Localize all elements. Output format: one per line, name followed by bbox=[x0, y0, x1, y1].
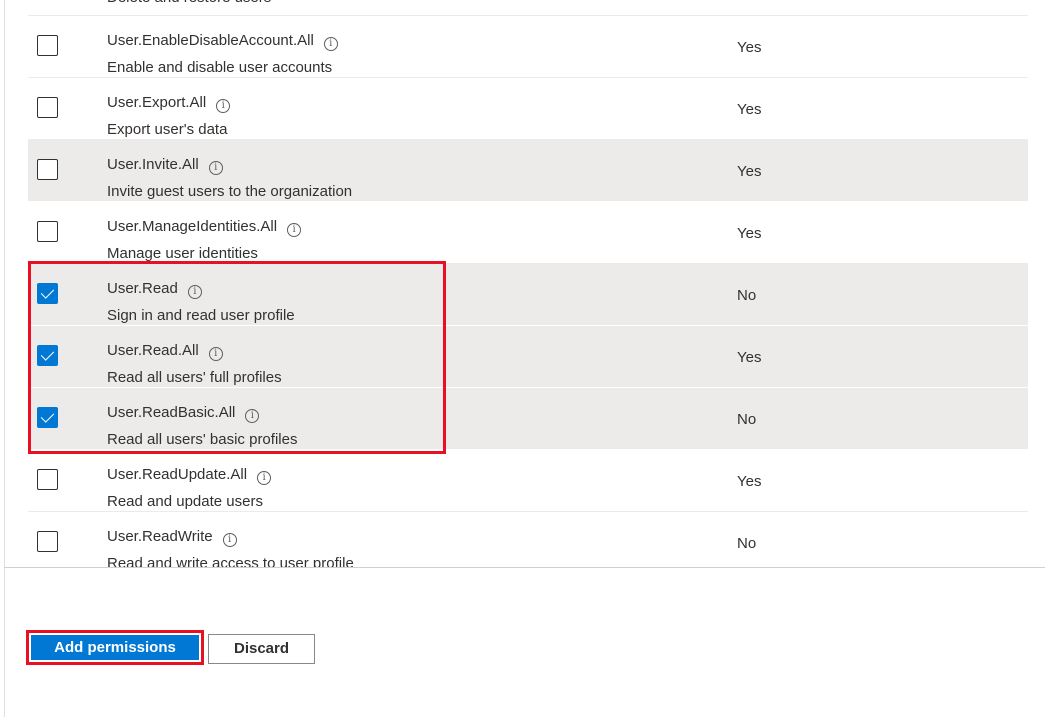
permission-row: User.Export.All i Export user's data Yes bbox=[28, 78, 1028, 140]
left-edge bbox=[0, 0, 5, 717]
permission-checkbox[interactable] bbox=[37, 97, 58, 118]
permission-description: Read and write access to user profile bbox=[107, 555, 354, 567]
admin-consent-value: Yes bbox=[737, 163, 762, 180]
info-icon[interactable]: i bbox=[245, 409, 260, 423]
info-icon[interactable]: i bbox=[257, 471, 272, 485]
admin-consent-value: No bbox=[737, 287, 757, 304]
permission-row: User.ReadBasic.All i Read all users' basi… bbox=[28, 388, 1028, 450]
footer-divider bbox=[4, 567, 1045, 568]
admin-consent-value: Yes bbox=[737, 225, 762, 242]
permission-name: User.Invite.All i bbox=[107, 155, 223, 175]
info-icon[interactable]: i bbox=[222, 533, 237, 547]
admin-consent-value: No bbox=[737, 411, 757, 428]
permission-checkbox[interactable] bbox=[37, 407, 58, 428]
top-partial-description: Delete and restore users bbox=[107, 0, 271, 8]
permission-row: User.ManageIdentities.All i Manage user i… bbox=[28, 202, 1028, 264]
permission-description: Read and update users bbox=[107, 493, 263, 510]
admin-consent-value: Yes bbox=[737, 101, 762, 118]
admin-consent-value: Yes bbox=[737, 39, 762, 56]
permission-row: User.EnableDisableAccount.All i Enable an… bbox=[28, 16, 1028, 78]
admin-consent-value: No bbox=[737, 535, 757, 552]
permission-row: User.ReadUpdate.All i Read and update use… bbox=[28, 450, 1028, 512]
permission-name: User.ManageIdentities.All i bbox=[107, 217, 302, 237]
permission-description: Enable and disable user accounts bbox=[107, 59, 333, 76]
permission-name: User.ReadUpdate.All i bbox=[107, 465, 272, 485]
permission-checkbox[interactable] bbox=[37, 283, 58, 304]
permission-checkbox[interactable] bbox=[37, 345, 58, 366]
permission-name: User.ReadBasic.All i bbox=[107, 403, 260, 423]
checkmark-icon bbox=[40, 347, 55, 361]
permission-row: User.ReadWrite i Read and write access to… bbox=[28, 512, 1028, 567]
permission-name: User.Read.All i bbox=[107, 341, 223, 361]
permission-row: User.Read.All i Read all users' full prof… bbox=[28, 326, 1028, 388]
permission-name: User.ReadWrite i bbox=[107, 527, 237, 547]
permission-checkbox[interactable] bbox=[37, 221, 58, 242]
permission-checkbox[interactable] bbox=[37, 531, 58, 552]
info-icon[interactable]: i bbox=[287, 223, 302, 237]
discard-button[interactable]: Discard bbox=[208, 634, 315, 664]
add-permissions-button[interactable]: Add permissions bbox=[31, 635, 199, 660]
permission-name: User.EnableDisableAccount.All i bbox=[107, 31, 338, 51]
info-icon[interactable]: i bbox=[208, 161, 223, 175]
permission-name: User.Read i bbox=[107, 279, 202, 299]
permission-checkbox[interactable] bbox=[37, 159, 58, 180]
permission-description: Sign in and read user profile bbox=[107, 307, 295, 324]
permission-description: Export user's data bbox=[107, 121, 228, 138]
permission-row: User.Read i Sign in and read user profile… bbox=[28, 264, 1028, 326]
info-icon[interactable]: i bbox=[323, 37, 338, 51]
admin-consent-value: Yes bbox=[737, 349, 762, 366]
info-icon[interactable]: i bbox=[216, 99, 231, 113]
permission-name: User.Export.All i bbox=[107, 93, 231, 113]
admin-consent-value: Yes bbox=[737, 473, 762, 490]
permissions-list: Delete and restore users User.EnableDisa… bbox=[28, 0, 1028, 567]
permission-description: Read all users' basic profiles bbox=[107, 431, 298, 448]
permission-description: Manage user identities bbox=[107, 245, 258, 262]
permission-row: User.Invite.All i Invite guest users to t… bbox=[28, 140, 1028, 202]
permission-description: Read all users' full profiles bbox=[107, 369, 282, 386]
permission-description: Invite guest users to the organization bbox=[107, 183, 353, 200]
checkmark-icon bbox=[40, 409, 55, 423]
info-icon[interactable]: i bbox=[208, 347, 223, 361]
permission-checkbox[interactable] bbox=[37, 35, 58, 56]
permission-checkbox[interactable] bbox=[37, 469, 58, 490]
checkmark-icon bbox=[40, 285, 55, 299]
info-icon[interactable]: i bbox=[187, 285, 202, 299]
